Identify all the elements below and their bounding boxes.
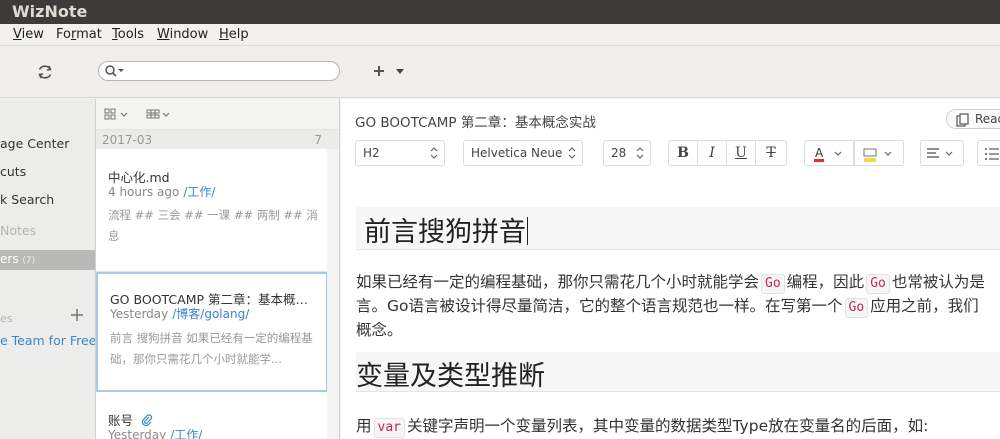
note-list-scrollbar[interactable] <box>327 149 339 439</box>
sidebar-item-label: ers <box>0 252 19 266</box>
search-box[interactable] <box>98 61 340 81</box>
title-bar: WizNote <box>0 0 1000 24</box>
plus-icon <box>71 309 83 321</box>
list-sort-icon <box>146 109 170 119</box>
note-summary: 流程 ## 三会 ## 一课 ## 两制 ## 消息 <box>108 208 318 243</box>
paragraph[interactable]: 概念。 <box>356 318 1000 342</box>
font-size-select[interactable]: 28 <box>603 140 651 166</box>
read-mode-icon <box>956 113 969 127</box>
menu-view[interactable]: View <box>13 27 44 42</box>
inline-code: Go <box>844 298 869 318</box>
sidebar-item-notes-header: Notes <box>0 223 37 238</box>
note-meta: Yesterday/博客/golang/ <box>110 305 249 322</box>
note-list: 2017-03 7 中心化.md 4 hours ago/工作/ 流程 ## 三… <box>96 99 340 439</box>
document-title[interactable]: GO BOOTCAMP 第二章：基本概念实战 <box>355 111 596 131</box>
note-meta: 4 hours ago/工作/ <box>108 183 215 200</box>
svg-text:A: A <box>815 146 824 160</box>
list-button[interactable] <box>977 140 1000 166</box>
menu-window[interactable]: Window <box>157 27 208 42</box>
new-note-button[interactable] <box>370 61 410 81</box>
highlight-color-button[interactable] <box>854 140 904 166</box>
paragraph-style-select[interactable]: H2 <box>355 140 445 166</box>
note-item[interactable]: 账号 Yesterday/工作/ <box>96 392 328 439</box>
grid-view-icon <box>104 108 128 120</box>
note-time: Yesterday <box>110 307 169 321</box>
category-sidebar: age Center cuts k Search Notes ers (7) e… <box>0 99 96 439</box>
font-size-value: 28 <box>611 146 627 160</box>
sidebar-item-message-center[interactable]: age Center <box>0 136 69 151</box>
heading-text: 前言搜狗拼音 <box>364 217 528 248</box>
text-cursor <box>527 217 528 245</box>
read-mode-button[interactable]: Read <box>946 109 1000 129</box>
paragraph[interactable]: 用 var 关键字声明一个变量列表，其中变量的数据类型Type放在变量名的后面，如: <box>356 414 1000 438</box>
updown-arrow-icon <box>636 147 644 159</box>
add-group-button[interactable] <box>70 307 84 321</box>
read-mode-label: Read <box>975 112 1000 126</box>
text-color-icon: A <box>814 146 842 162</box>
heading-block[interactable]: 变量及类型推断 <box>356 352 1000 392</box>
align-left-icon <box>927 148 953 158</box>
highlight-icon <box>863 148 892 162</box>
note-time: Yesterday <box>108 428 167 439</box>
note-summary: 前言 搜狗拼音 如果已经有一定的编程基础，那你只需花几个小时就能学... <box>110 331 313 366</box>
paragraph-style-value: H2 <box>363 146 380 160</box>
view-toolbar <box>96 99 339 129</box>
strikethrough-button[interactable]: T <box>755 140 787 166</box>
sidebar-item-shortcuts[interactable]: cuts <box>0 164 26 179</box>
font-family-value: Helvetica Neue <box>471 146 563 160</box>
group-count: 7 <box>314 133 322 147</box>
create-team-link[interactable]: e Team for Free. <box>0 333 95 348</box>
app-title: WizNote <box>12 2 88 21</box>
folder-count: (7) <box>22 256 36 266</box>
updown-arrow-icon <box>430 147 438 159</box>
menu-tools[interactable]: Tools <box>112 27 144 42</box>
note-folder[interactable]: /工作/ <box>170 428 202 439</box>
note-time: 4 hours ago <box>108 185 180 199</box>
font-family-select[interactable]: Helvetica Neue <box>463 140 583 166</box>
note-meta: Yesterday/工作/ <box>108 426 202 439</box>
underline-button[interactable]: U <box>726 140 756 166</box>
note-folder[interactable]: /工作/ <box>183 185 215 199</box>
menu-format[interactable]: Format <box>56 27 102 42</box>
text-color-button[interactable]: A <box>804 140 854 166</box>
note-folder[interactable]: /博客/golang/ <box>172 307 249 321</box>
heading-text: 变量及类型推断 <box>356 361 545 392</box>
view-mode-button[interactable] <box>104 107 132 121</box>
search-icon <box>105 65 124 77</box>
sidebar-item-groups-header: es <box>0 312 13 325</box>
sort-mode-button[interactable] <box>146 107 174 121</box>
sidebar-item-quick-search[interactable]: k Search <box>0 192 54 207</box>
inline-code: Go <box>761 274 785 294</box>
menu-bar: View Format Tools Window Help <box>0 24 1000 46</box>
sync-button[interactable] <box>33 60 57 84</box>
inline-code: Go <box>866 274 890 294</box>
attachment-icon <box>141 414 153 427</box>
inline-code: var <box>373 418 405 438</box>
note-item[interactable]: 中心化.md 4 hours ago/工作/ 流程 ## 三会 ## 一课 ##… <box>96 149 328 272</box>
note-group-header: 2017-03 7 <box>96 129 339 149</box>
group-date: 2017-03 <box>102 133 153 147</box>
editor-pane: GO BOOTCAMP 第二章：基本概念实战 Read H2 Helvetica… <box>341 99 1000 439</box>
list-icon <box>985 148 999 160</box>
bold-button[interactable]: B <box>668 140 698 166</box>
note-item-selected[interactable]: GO BOOTCAMP 第二章：基本概念实战 Yesterday/博客/gola… <box>96 272 328 392</box>
updown-arrow-icon <box>568 147 576 159</box>
main-toolbar <box>0 46 1000 98</box>
search-input[interactable] <box>127 63 327 79</box>
paragraph[interactable]: 言。Go语言被设计得尽量简洁，它的整个语言规范也一样。在写第一个 Go 应用之前，我… <box>356 294 1000 318</box>
sidebar-item-folders[interactable]: ers (7) <box>0 250 95 270</box>
menu-help[interactable]: Help <box>219 27 249 42</box>
italic-button[interactable]: I <box>697 140 727 166</box>
paragraph[interactable]: 如果已经有一定的编程基础，那你只需花几个小时就能学会 Go 编程，因此 Go 也常被认为… <box>356 270 1000 294</box>
heading-block[interactable]: 前言搜狗拼音 <box>356 207 1000 250</box>
plus-icon <box>374 66 404 76</box>
align-button[interactable] <box>920 140 964 166</box>
sync-icon <box>38 65 52 79</box>
